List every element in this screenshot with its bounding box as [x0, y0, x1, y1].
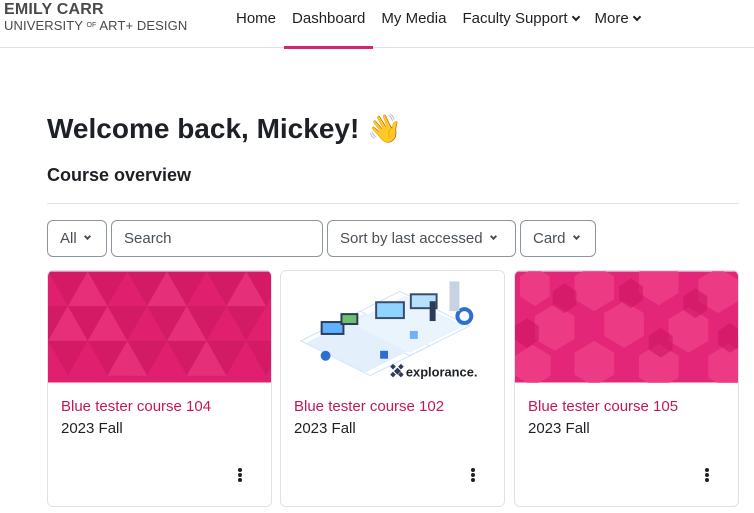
grouping-filter-dropdown[interactable]: All	[47, 220, 107, 257]
course-image[interactable]	[48, 271, 271, 383]
course-card[interactable]: Blue tester course 104 2023 Fall	[47, 270, 272, 507]
top-navbar: EMILY CARR UNIVERSITY OF ART+ DESIGN Hom…	[0, 0, 754, 49]
course-term: 2023 Fall	[528, 420, 590, 437]
chevron-down-icon	[632, 12, 641, 22]
course-image[interactable]: explorance.	[281, 271, 504, 383]
view-dropdown[interactable]: Card	[520, 220, 596, 257]
chevron-down-icon	[571, 12, 580, 22]
course-image[interactable]	[515, 271, 738, 383]
search-input[interactable]: Search	[111, 220, 323, 257]
chevron-down-icon	[572, 232, 580, 241]
course-overview-heading: Course overview	[47, 165, 192, 185]
logo-line2: UNIVERSITY OF ART+ DESIGN	[4, 18, 188, 33]
nav-more[interactable]: More	[587, 0, 648, 48]
nav-dashboard[interactable]: Dashboard	[284, 0, 374, 49]
sort-dropdown[interactable]: Sort by last accessed	[327, 220, 516, 257]
nav-faculty-support[interactable]: Faculty Support	[454, 0, 586, 48]
more-actions-icon[interactable]	[465, 466, 481, 484]
waving-hand-icon: 👋	[367, 112, 402, 145]
course-card[interactable]: Blue tester course 105 2023 Fall	[514, 270, 739, 507]
explorance-wordmark: explorance.	[406, 365, 478, 380]
course-name-link[interactable]: Blue tester course 102	[294, 398, 444, 415]
course-name-link[interactable]: Blue tester course 104	[61, 398, 211, 415]
primary-nav: Home Dashboard My Media Faculty Support …	[228, 0, 648, 49]
nav-home[interactable]: Home	[228, 0, 284, 48]
course-name-link[interactable]: Blue tester course 105	[528, 398, 678, 415]
nav-my-media[interactable]: My Media	[373, 0, 454, 48]
divider	[47, 203, 739, 204]
more-actions-icon[interactable]	[699, 466, 715, 484]
chevron-down-icon	[489, 232, 497, 241]
chevron-down-icon	[83, 232, 91, 241]
course-card[interactable]: explorance. Blue tester course 102 2023 …	[280, 270, 505, 507]
course-term: 2023 Fall	[294, 420, 356, 437]
page-title: Welcome back, Mickey! 👋	[47, 112, 402, 145]
course-term: 2023 Fall	[61, 420, 123, 437]
more-actions-icon[interactable]	[232, 466, 248, 484]
logo-line1: EMILY CARR	[4, 1, 104, 18]
site-logo[interactable]: EMILY CARR UNIVERSITY OF ART+ DESIGN	[4, 1, 188, 33]
